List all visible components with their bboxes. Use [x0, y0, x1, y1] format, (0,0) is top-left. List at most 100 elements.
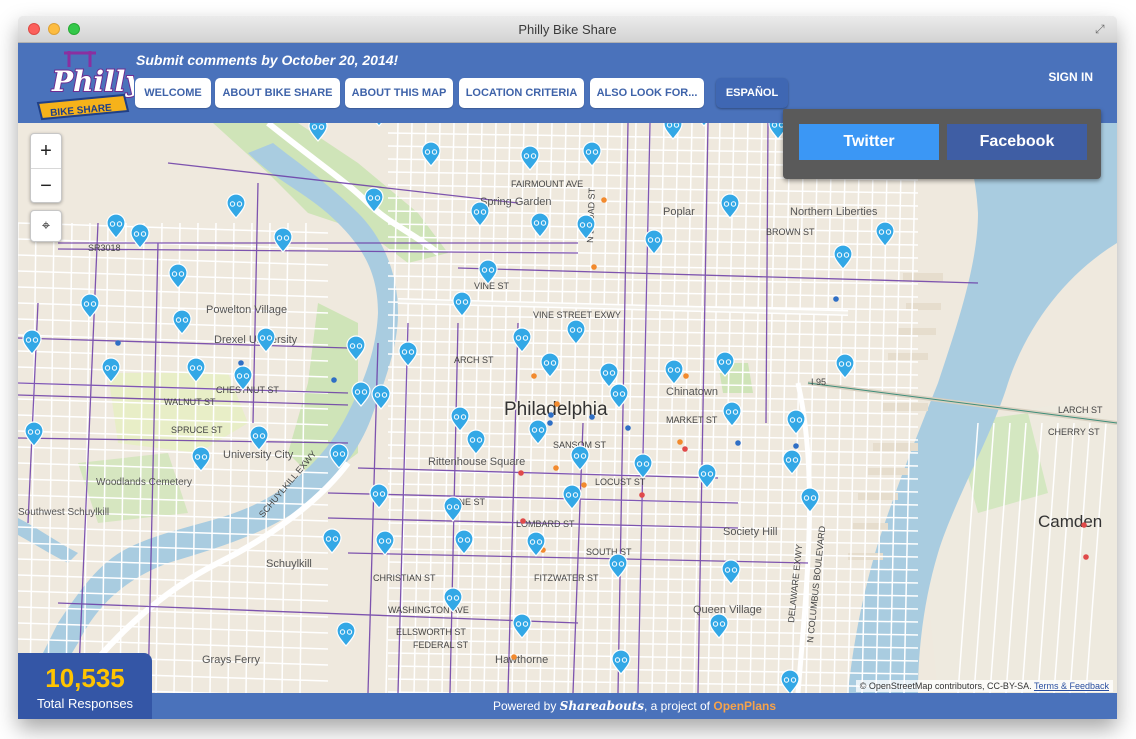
bike-station-pin[interactable]	[24, 421, 44, 447]
map-marker-dot[interactable]	[683, 373, 689, 379]
bike-station-pin[interactable]	[697, 463, 717, 489]
label-walnut-st: WALNUT ST	[164, 397, 216, 407]
label-vine-st: VINE ST	[474, 281, 510, 291]
label-drexel: Drexel University	[214, 334, 298, 346]
bike-station-pin[interactable]	[611, 649, 631, 675]
map-canvas[interactable]: Philadelphia Camden Spring Garden Poplar…	[18, 123, 1117, 693]
bike-station-pin[interactable]	[782, 449, 802, 475]
openplans-link[interactable]: OpenPlans	[713, 699, 776, 713]
map-marker-dot[interactable]	[625, 425, 631, 431]
label-market-st: MARKET ST	[666, 415, 718, 425]
map-marker-dot[interactable]	[589, 414, 595, 420]
street	[47, 222, 55, 693]
map-marker-dot[interactable]	[601, 197, 607, 203]
nav-location-criteria-button[interactable]: LOCATION CRITERIA	[459, 78, 584, 108]
bike-station-pin[interactable]	[130, 223, 150, 249]
map-marker-dot[interactable]	[735, 440, 741, 446]
map-marker-dot[interactable]	[238, 360, 244, 366]
map-marker-dot[interactable]	[548, 412, 554, 418]
map-marker-dot[interactable]	[547, 420, 553, 426]
map-marker-dot[interactable]	[511, 654, 517, 660]
map-marker-dot[interactable]	[1081, 522, 1087, 528]
map-marker-dot[interactable]	[591, 264, 597, 270]
bike-station-pin[interactable]	[695, 123, 713, 127]
nav-about-this-map-button[interactable]: ABOUT THIS MAP	[345, 78, 453, 108]
bike-station-pin[interactable]	[322, 528, 342, 554]
bike-station-pin[interactable]	[512, 613, 532, 639]
bike-station-pin[interactable]	[370, 123, 388, 127]
attribution-text: © OpenStreetMap contributors, CC-BY-SA.	[859, 681, 1032, 691]
street	[387, 587, 919, 597]
nav-welcome-button[interactable]: WELCOME	[135, 78, 211, 108]
bike-station-pin[interactable]	[168, 263, 188, 289]
bike-station-pin[interactable]	[800, 487, 820, 513]
philly-bike-share-logo[interactable]: Philly BIKE SHARE	[24, 45, 134, 121]
label-spruce-st: SPRUCE ST	[171, 425, 223, 435]
bike-station-pin[interactable]	[608, 553, 628, 579]
bike-station-pin[interactable]	[540, 352, 560, 378]
bike-station-pin[interactable]	[336, 621, 356, 647]
bike-station-pin[interactable]	[709, 613, 729, 639]
twitter-share-button[interactable]: Twitter	[799, 124, 939, 160]
bike-station-pin[interactable]	[249, 425, 269, 451]
locate-me-button[interactable]: ⌖	[30, 210, 62, 242]
bike-station-pin[interactable]	[609, 383, 629, 409]
nav-about-bike-share-button[interactable]: ABOUT BIKE SHARE	[215, 78, 340, 108]
label-rittenhouse: Rittenhouse Square	[428, 456, 525, 468]
map-marker-dot[interactable]	[677, 439, 683, 445]
facebook-share-button[interactable]: Facebook	[947, 124, 1087, 160]
bike-station-pin[interactable]	[398, 341, 418, 367]
street	[18, 254, 329, 266]
map-marker-dot[interactable]	[554, 401, 560, 407]
bike-station-pin[interactable]	[450, 406, 470, 432]
bike-station-pin[interactable]	[720, 193, 740, 219]
bike-station-pin[interactable]	[256, 327, 276, 353]
bike-station-pin[interactable]	[172, 309, 192, 335]
zoom-in-button[interactable]: +	[31, 134, 61, 169]
bike-station-pin[interactable]	[369, 483, 389, 509]
map-marker-dot[interactable]	[682, 446, 688, 452]
fullscreen-icon[interactable]: ⤢	[1095, 22, 1109, 36]
bike-station-pin[interactable]	[22, 329, 42, 355]
map-marker-dot[interactable]	[331, 377, 337, 383]
shareabouts-link[interactable]: Shareabouts	[560, 699, 644, 713]
map-marker-dot[interactable]	[553, 465, 559, 471]
street	[387, 340, 919, 350]
zoom-out-button[interactable]: −	[31, 169, 61, 203]
bike-station-pin[interactable]	[786, 409, 806, 435]
label-chinatown: Chinatown	[666, 386, 718, 398]
bike-station-pin[interactable]	[566, 319, 586, 345]
bike-station-pin[interactable]	[722, 401, 742, 427]
bike-station-pin[interactable]	[833, 244, 853, 270]
map-marker-dot[interactable]	[531, 373, 537, 379]
map-marker-dot[interactable]	[1083, 554, 1089, 560]
title-bar: Philly Bike Share ⤢	[18, 16, 1117, 43]
bike-station-pin[interactable]	[375, 530, 395, 556]
label-spring-garden: Spring Garden	[480, 196, 552, 208]
map-marker-dot[interactable]	[115, 340, 121, 346]
label-fairmount-ave: FAIRMOUNT AVE	[511, 179, 583, 189]
map-view[interactable]: Philadelphia Camden Spring Garden Poplar…	[18, 123, 1117, 693]
map-marker-dot[interactable]	[793, 443, 799, 449]
map-marker-dot[interactable]	[520, 518, 526, 524]
nav-also-look-for-button[interactable]: ALSO LOOK FOR...	[590, 78, 704, 108]
map-marker-dot[interactable]	[639, 492, 645, 498]
bike-station-pin[interactable]	[875, 221, 895, 247]
bike-station-pin[interactable]	[562, 484, 582, 510]
bike-station-pin[interactable]	[106, 213, 126, 239]
bike-station-pin[interactable]	[226, 193, 246, 219]
nav-espanol-button[interactable]: ESPAÑOL	[716, 78, 788, 108]
bike-station-pin[interactable]	[470, 201, 490, 227]
map-marker-dot[interactable]	[518, 470, 524, 476]
terms-feedback-link[interactable]: Terms & Feedback	[1034, 681, 1109, 691]
bike-station-pin[interactable]	[512, 327, 532, 353]
map-marker-dot[interactable]	[833, 296, 839, 302]
bike-station-pin[interactable]	[452, 291, 472, 317]
bike-station-pin[interactable]	[664, 359, 684, 385]
bike-station-pin[interactable]	[466, 429, 486, 455]
map-marker-dot[interactable]	[581, 482, 587, 488]
sign-in-link[interactable]: SIGN IN	[1048, 70, 1093, 84]
street	[387, 184, 919, 194]
bike-station-pin[interactable]	[530, 212, 550, 238]
bike-station-pin[interactable]	[80, 293, 100, 319]
